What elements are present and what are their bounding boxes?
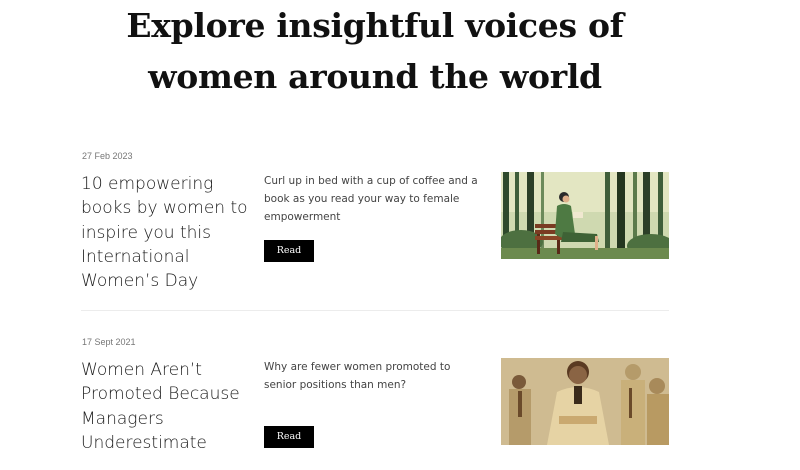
article-excerpt: Why are fewer women promoted to senior p… [264, 361, 451, 391]
article-thumbnail[interactable] [501, 358, 669, 445]
read-more-button[interactable]: Read More [264, 240, 314, 278]
article-date: 27 Feb 2023 [82, 151, 133, 161]
article-divider [81, 310, 669, 311]
page-title: Explore insightful voices of women aroun… [126, 6, 624, 96]
article-date: 17 Sept 2021 [82, 337, 136, 347]
article-title-link[interactable]: 10 empowering books by women to inspire … [81, 172, 256, 293]
businesswoman-illustration [501, 358, 669, 445]
article-title-link[interactable]: Women Aren’t Promoted Because Managers U… [81, 358, 256, 455]
article-excerpt: Curl up in bed with a cup of coffee and … [264, 175, 478, 223]
article-thumbnail[interactable] [501, 172, 669, 259]
read-more-button[interactable]: Read More [264, 426, 314, 464]
woman-reading-illustration [501, 172, 669, 259]
